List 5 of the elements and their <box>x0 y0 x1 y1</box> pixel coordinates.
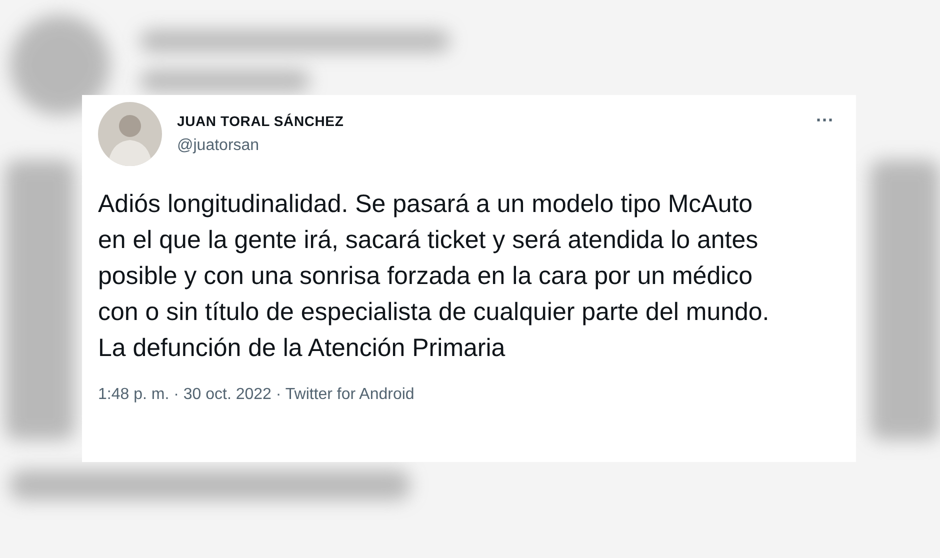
tweet-meta: 1:48 p. m. · 30 oct. 2022 · Twitter for Android <box>98 386 416 404</box>
tweet-text: Adiós longitudinalidad. Se pasará a un modelo tipo McAuto en el que la gente irá, sacará ticket y será atendida lo antes posible y con una sonrisa forzada en la cara por un médico con o sin título de especialista de cualquier parte del mundo. La defunción de la Atención Primaria <box>98 189 770 364</box>
author-name: JUAN TORAL SÁNCHEZ <box>177 113 345 129</box>
author-handle: @juatorsan <box>177 137 260 155</box>
more-button[interactable]: ··· <box>814 110 836 131</box>
